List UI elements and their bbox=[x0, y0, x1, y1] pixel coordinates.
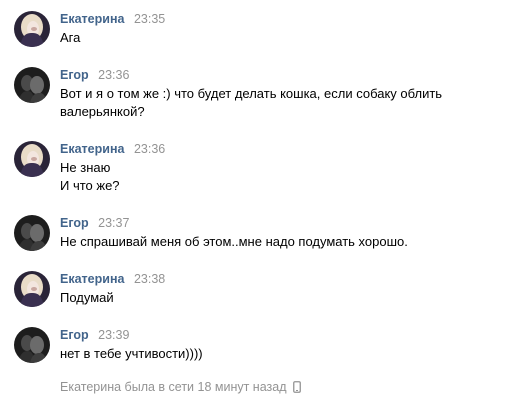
online-status-text: Екатерина была в сети 18 минут назад bbox=[60, 380, 287, 394]
message-time[interactable]: 23:35 bbox=[134, 12, 165, 26]
message-line: Не знаю bbox=[60, 160, 111, 175]
message-author[interactable]: Екатерина bbox=[60, 142, 124, 156]
message-text: Ага bbox=[60, 29, 500, 47]
message-text: Не спрашивай меня об этом..мне надо поду… bbox=[60, 233, 500, 251]
message-text: нет в тебе учтивости)))) bbox=[60, 345, 500, 363]
message-line: Ага bbox=[60, 30, 81, 45]
message-time[interactable]: 23:37 bbox=[98, 216, 129, 230]
message-line: И что же? bbox=[60, 178, 120, 193]
mobile-phone-icon bbox=[292, 381, 301, 393]
message-author[interactable]: Егор bbox=[60, 328, 89, 342]
message-author[interactable]: Екатерина bbox=[60, 12, 124, 26]
avatar-ekaterina[interactable] bbox=[14, 271, 50, 307]
message-line: Вот и я о том же :) что будет делать кош… bbox=[60, 86, 443, 101]
avatar-egor[interactable] bbox=[14, 327, 50, 363]
message-author[interactable]: Егор bbox=[60, 216, 89, 230]
message-time[interactable]: 23:39 bbox=[98, 328, 129, 342]
message-text: Подумай bbox=[60, 289, 500, 307]
avatar-ekaterina-image bbox=[14, 271, 50, 307]
message-time[interactable]: 23:36 bbox=[98, 68, 129, 82]
message-text: Вот и я о том же :) что будет делать кош… bbox=[60, 85, 500, 121]
avatar-ekaterina[interactable] bbox=[14, 11, 50, 47]
message-line: нет в тебе учтивости)))) bbox=[60, 346, 203, 361]
avatar-ekaterina-image bbox=[14, 141, 50, 177]
avatar-egor[interactable] bbox=[14, 215, 50, 251]
online-status: Екатерина была в сети 18 минут назад bbox=[60, 378, 301, 396]
message-author[interactable]: Екатерина bbox=[60, 272, 124, 286]
message-time[interactable]: 23:38 bbox=[134, 272, 165, 286]
avatar-egor-image bbox=[14, 215, 50, 251]
avatar-ekaterina[interactable] bbox=[14, 141, 50, 177]
chat-history: Екатерина 23:35 Ага Егор 23:36 Вот и я о… bbox=[0, 0, 516, 400]
message-time[interactable]: 23:36 bbox=[134, 142, 165, 156]
message-text: Не знаю И что же? bbox=[60, 159, 500, 195]
message-author[interactable]: Егор bbox=[60, 68, 89, 82]
avatar-egor-image bbox=[14, 67, 50, 103]
avatar-egor[interactable] bbox=[14, 67, 50, 103]
message-line: валерьянкой? bbox=[60, 104, 145, 119]
avatar-egor-image bbox=[14, 327, 50, 363]
message-line: Подумай bbox=[60, 290, 114, 305]
message-line: Не спрашивай меня об этом..мне надо поду… bbox=[60, 234, 408, 249]
avatar-ekaterina-image bbox=[14, 11, 50, 47]
